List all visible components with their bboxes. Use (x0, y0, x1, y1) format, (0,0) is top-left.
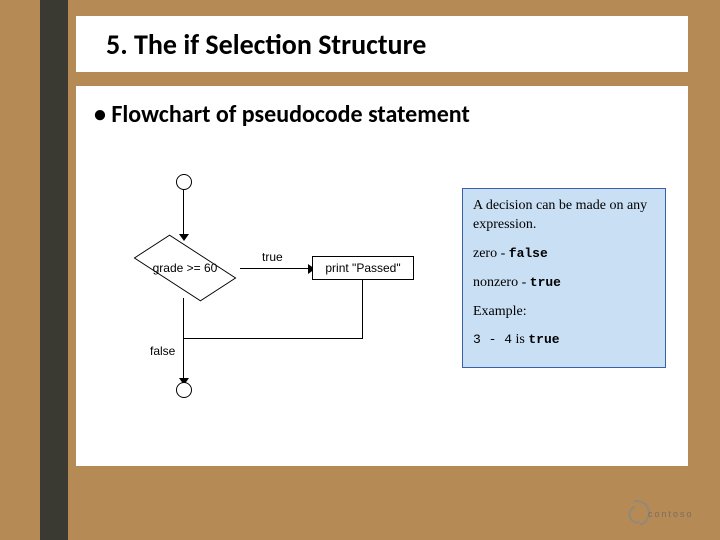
figure-area: grade >= 60 true print "Passed" false A … (90, 168, 676, 418)
brand-logo: contoso (614, 500, 704, 530)
info-box: A decision can be made on any expression… (462, 188, 666, 368)
left-dark-strip (40, 0, 68, 540)
false-label: false (150, 344, 175, 358)
example-line: 3 - 4 is true (473, 331, 655, 350)
flowchart-line (362, 280, 363, 338)
dash: - (497, 246, 509, 261)
flowchart-action: print "Passed" (312, 256, 414, 280)
true-word: true (530, 275, 561, 290)
bullet-text: • Flowchart of pseudocode statement (94, 100, 670, 129)
example-result: true (528, 332, 559, 347)
info-zero-line: zero - false (473, 245, 655, 264)
nonzero-word: nonzero (473, 275, 518, 290)
false-word: false (509, 246, 548, 261)
flowchart-line (183, 298, 184, 382)
logo-text: contoso (648, 509, 694, 519)
flowchart-start (176, 174, 192, 190)
zero-word: zero (473, 246, 497, 261)
flowchart-decision: grade >= 60 (130, 238, 240, 298)
flowchart-end (176, 382, 192, 398)
example-label: Example: (473, 303, 655, 322)
dash: - (518, 275, 530, 290)
example-is: is (512, 332, 528, 347)
flowchart-line (240, 268, 312, 269)
decision-label: grade >= 60 (153, 261, 218, 275)
flowchart: grade >= 60 true print "Passed" false (90, 168, 450, 418)
example-expr: 3 - 4 (473, 332, 512, 347)
true-label: true (262, 250, 283, 264)
info-line-1: A decision can be made on any expression… (473, 197, 655, 235)
action-label: print "Passed" (325, 261, 400, 275)
title-bar: 5. The if Selection Structure (76, 16, 688, 72)
flowchart-line (184, 338, 363, 339)
flowchart-line (183, 190, 184, 238)
slide-title: 5. The if Selection Structure (106, 27, 426, 62)
info-nonzero-line: nonzero - true (473, 274, 655, 293)
